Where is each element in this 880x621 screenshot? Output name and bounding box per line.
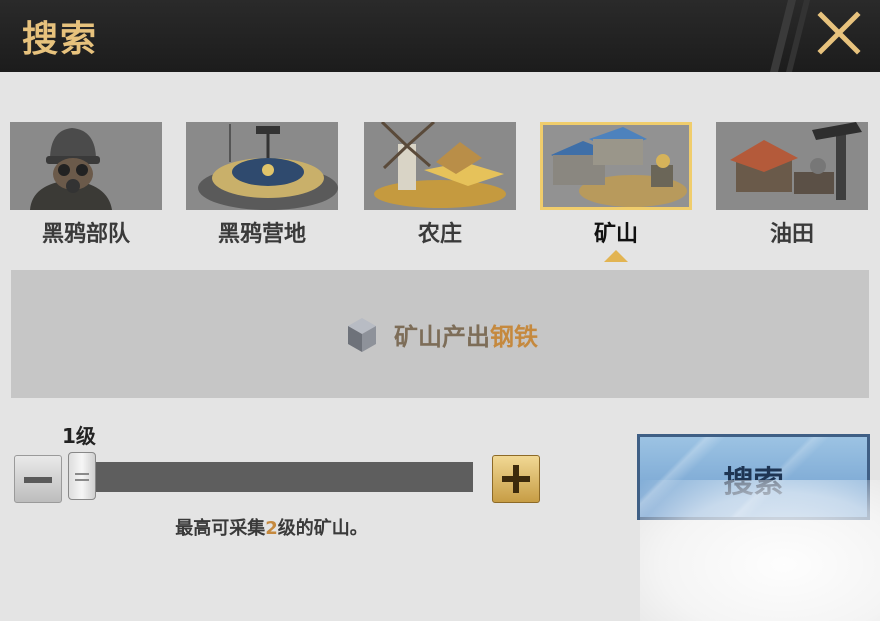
hint-text-end: 级的矿山。	[277, 518, 368, 539]
hint-text-start: 最高可采集	[175, 518, 266, 539]
close-button[interactable]	[814, 8, 864, 58]
soldier-gasmask-icon	[10, 122, 162, 210]
decrease-level-button[interactable]	[14, 455, 62, 503]
resource-info-prefix: 矿山产出	[394, 322, 490, 351]
resource-info-row: 矿山产出钢铁	[11, 314, 869, 354]
level-label: 1级	[62, 424, 96, 448]
farm-windmill-icon	[364, 122, 516, 210]
tab-image	[716, 122, 868, 210]
camp-base-icon	[186, 122, 338, 210]
increase-level-button[interactable]	[492, 455, 540, 503]
tab-label: 黑鸦部队	[41, 222, 130, 247]
tab-farm[interactable]: 农庄	[364, 120, 516, 260]
page-title: 搜索	[22, 19, 99, 60]
resource-info-text: 矿山产出钢铁	[394, 317, 538, 352]
tab-image	[540, 122, 692, 210]
tab-label: 矿山	[593, 222, 638, 247]
tab-label: 农庄	[417, 222, 462, 247]
tab-image	[364, 122, 516, 210]
target-tabs: 黑鸦部队 黑鸦营地 农庄 矿山 油田	[0, 120, 880, 270]
max-level-hint: 最高可采集2级的矿山。	[70, 514, 473, 540]
level-slider-track[interactable]	[70, 462, 473, 492]
steel-ingot-icon	[348, 318, 376, 352]
tab-image	[10, 122, 162, 210]
tab-label: 黑鸦营地	[217, 222, 306, 247]
oilfield-icon	[716, 122, 868, 210]
level-slider-thumb[interactable]	[68, 452, 96, 500]
mine-icon	[543, 125, 689, 207]
header-bar: 搜索	[0, 0, 880, 72]
close-icon	[817, 11, 861, 55]
tab-mine[interactable]: 矿山	[540, 120, 692, 262]
watermark-overlay	[640, 480, 880, 621]
active-tab-indicator	[604, 250, 628, 262]
tab-oilfield[interactable]: 油田	[716, 120, 868, 260]
tab-image	[186, 122, 338, 210]
tab-black-crow-troops[interactable]: 黑鸦部队	[10, 120, 162, 260]
tab-black-crow-camp[interactable]: 黑鸦营地	[186, 120, 338, 260]
resource-name: 钢铁	[490, 322, 538, 351]
resource-info-panel: 矿山产出钢铁	[11, 270, 869, 398]
tab-label: 油田	[769, 222, 814, 247]
hint-max-level: 2	[265, 518, 278, 539]
